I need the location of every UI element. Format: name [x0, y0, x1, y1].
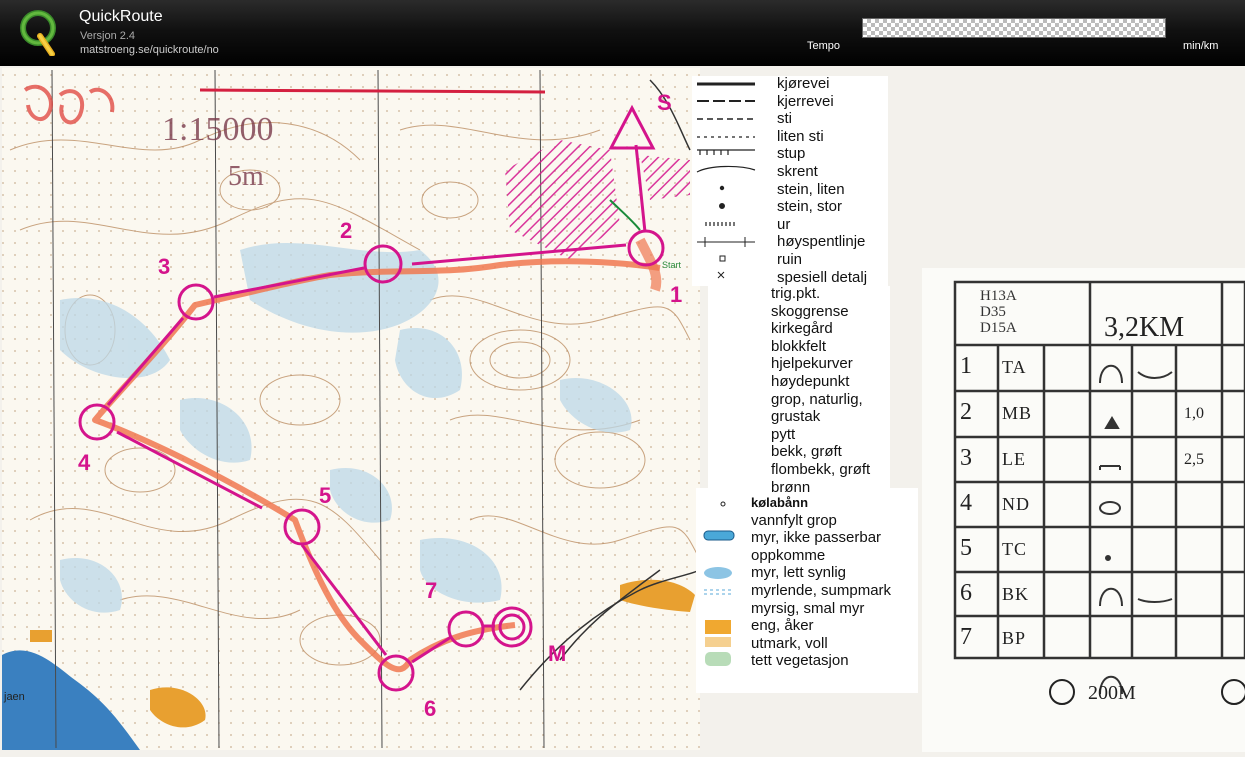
legend-list-1: kjørevei kjerrevei sti liten sti stup sk…	[777, 75, 867, 286]
legend-item: bekk, grøft	[771, 443, 842, 461]
control-code-number: 4	[960, 490, 972, 516]
control-code: MB	[1002, 403, 1033, 423]
legend-item: ur	[777, 215, 791, 233]
control-value: 2,5	[1184, 451, 1204, 468]
control-code: TA	[1002, 357, 1027, 377]
class-list: H13A D35 D15A	[980, 288, 1017, 336]
legend-item: skrent	[777, 162, 818, 180]
control-code-number: 6	[960, 580, 972, 606]
legend-item: kjerrevei	[777, 92, 834, 110]
app-url[interactable]: matstroeng.se/quickroute/no	[80, 44, 219, 56]
control-number-5: 5	[319, 483, 331, 508]
control-number-1: 1	[670, 282, 682, 307]
course-distance: 3,2KM	[1104, 312, 1185, 343]
description-row: 2 MB 1,0	[922, 391, 1245, 435]
description-row: 6 BK	[922, 572, 1245, 616]
legend-item: blokkfelt	[771, 337, 827, 355]
tempo-label: Tempo	[807, 40, 841, 52]
legend-item: høydepunkt	[771, 372, 850, 390]
legend-list-3: kølabånn vannfylt grop myr, ikke passerb…	[751, 494, 891, 670]
legend-item: pytt	[771, 425, 796, 443]
legend-item: stein, liten	[777, 180, 845, 198]
legend-item: grop, naturlig,	[771, 390, 863, 408]
control-code-number: 5	[960, 535, 972, 561]
legend-item: kølabånn	[751, 495, 809, 510]
legend-item: oppkomme	[751, 546, 826, 564]
legend-item: hjelpekurver	[771, 355, 853, 373]
class-name: D15A	[980, 320, 1017, 336]
app-header: QuickRoute Versjon 2.4 matstroeng.se/qui…	[0, 0, 1245, 66]
equidistance-note: 5m	[228, 161, 264, 192]
control-code-number: 2	[960, 399, 972, 425]
control-number-7: 7	[425, 578, 437, 603]
legend-item: skoggrense	[771, 302, 849, 320]
legend-item: vannfylt grop	[751, 511, 837, 529]
description-row: 1 TA	[922, 345, 1245, 389]
control-code-number: 3	[960, 445, 972, 471]
control-code: ND	[1002, 494, 1030, 514]
legend-item: ruin	[777, 250, 803, 268]
legend-item: eng, åker	[751, 617, 814, 635]
place-name: jaen	[3, 691, 25, 703]
legend-item: trig.pkt.	[771, 285, 821, 302]
legend-item: spesiell detalj	[777, 268, 868, 286]
legend-item: tett vegetasjon	[751, 652, 849, 670]
control-value: 1,0	[1184, 405, 1204, 422]
legend-item: utmark, voll	[751, 634, 828, 652]
start-label: S	[657, 90, 672, 115]
tempo-color-scale	[862, 18, 1166, 38]
legend-item: myrsig, smal myr	[751, 599, 865, 617]
legend-item: myr, ikke passerbar	[751, 529, 882, 547]
legend-item: kirkegård	[771, 320, 833, 338]
top-marker-line	[199, 88, 546, 94]
control-code: LE	[1002, 449, 1026, 469]
legend-item: stup	[777, 145, 806, 163]
control-code: BP	[1002, 628, 1027, 648]
description-row: 4 ND	[922, 482, 1245, 526]
control-code-number: 7	[960, 624, 972, 650]
control-number-2: 2	[340, 218, 352, 243]
legend-item: flombekk, grøft	[771, 460, 871, 478]
control-description-card: H13A D35 D15A 3,2KM 1 TA 2 MB 1,0 3 LE 2…	[922, 268, 1245, 752]
control-code: BK	[1002, 584, 1030, 604]
quickroute-logo-icon	[20, 10, 56, 56]
legend-item: kjørevei	[777, 75, 830, 92]
description-row: 5 TC	[922, 527, 1245, 571]
class-name: D35	[980, 304, 1006, 320]
control-code: TC	[1002, 539, 1028, 559]
control-number-4: 4	[78, 450, 91, 475]
control-code-number: 1	[960, 353, 972, 379]
legend-item: stein, stor	[777, 198, 843, 216]
description-row: 7 BP	[922, 616, 1245, 660]
description-row: 3 LE 2,5	[922, 437, 1245, 481]
legend-item: høyspentlinje	[777, 233, 866, 251]
class-name: H13A	[980, 288, 1017, 304]
finish-distance-note: 200M	[1088, 682, 1136, 704]
app-version: Versjon 2.4	[80, 30, 136, 42]
start-note: Start	[662, 260, 682, 270]
control-number-6: 6	[424, 696, 436, 721]
app-title: QuickRoute	[79, 8, 163, 25]
finish-label: M	[548, 641, 566, 666]
legend-item: grustak	[771, 408, 821, 426]
legend-list-2: trig.pkt. skoggrense kirkegård blokkfelt…	[771, 285, 870, 496]
map-viewport[interactable]: 1:15000 5m S 1 2 3 4 5 6 7 M jaen Start …	[0, 66, 1245, 757]
legend-item: liten sti	[777, 127, 824, 145]
legend-item: myr, lett synlig	[751, 564, 847, 582]
legend-item: myrlende, sumpmark	[751, 581, 892, 599]
scale-note: 1:15000	[162, 111, 273, 148]
legend-item: sti	[777, 110, 792, 128]
unit-label: min/km	[1183, 40, 1219, 52]
control-number-3: 3	[158, 254, 170, 279]
